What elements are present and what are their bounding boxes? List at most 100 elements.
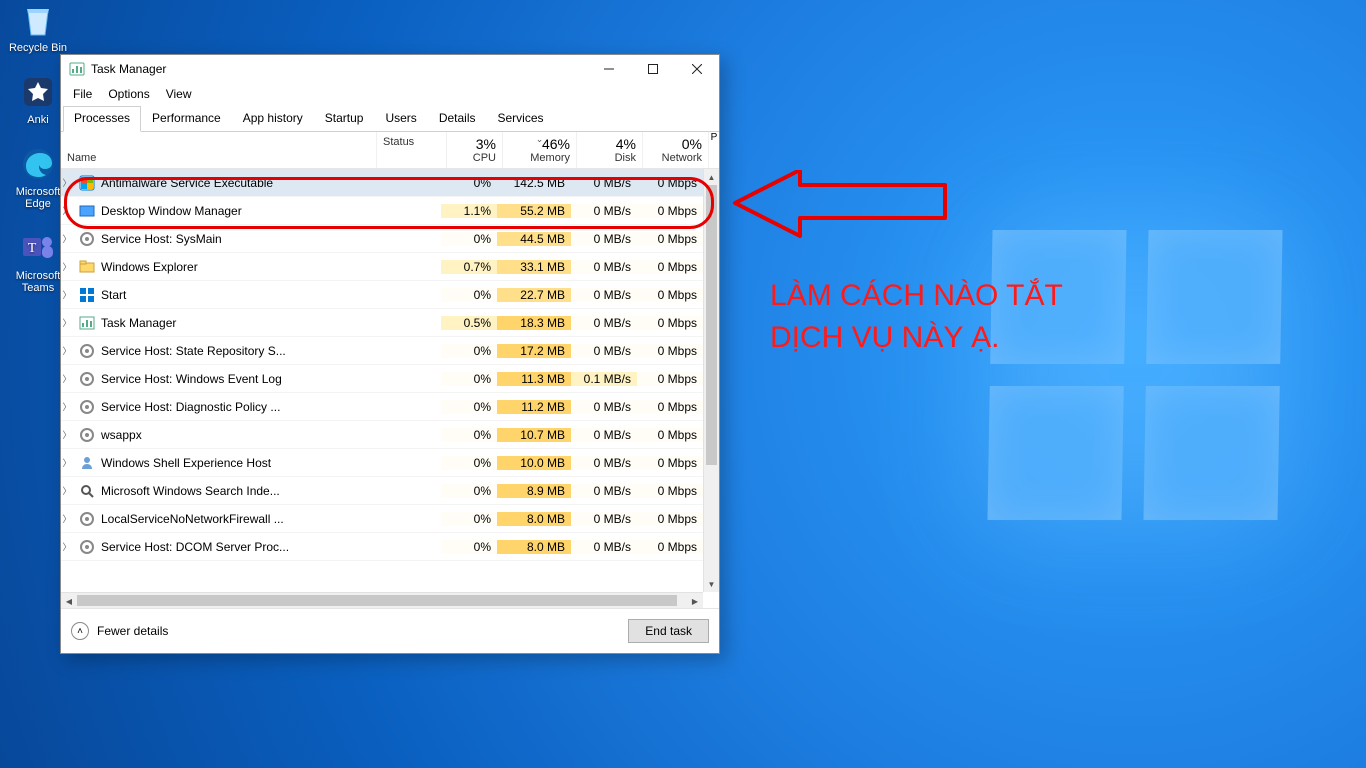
process-cpu: 0% (441, 176, 497, 190)
process-row[interactable]: 〉Windows Shell Experience Host0%10.0 MB0… (61, 449, 703, 477)
menu-options[interactable]: Options (100, 85, 157, 103)
expand-chevron-icon[interactable]: 〉 (61, 400, 73, 413)
vertical-scrollbar[interactable]: ▲ ▼ (703, 169, 719, 592)
expand-chevron-icon[interactable]: 〉 (61, 260, 73, 273)
column-header-p[interactable]: P (709, 132, 719, 168)
process-icon (79, 287, 95, 303)
process-name: Antimalware Service Executable (101, 176, 273, 190)
expand-chevron-icon[interactable]: 〉 (61, 316, 73, 329)
titlebar[interactable]: Task Manager (61, 55, 719, 83)
process-disk: 0 MB/s (571, 232, 637, 246)
fewer-details-button[interactable]: ˄ Fewer details (71, 622, 168, 640)
menu-file[interactable]: File (65, 85, 100, 103)
footer: ˄ Fewer details End task (61, 608, 719, 653)
process-network: 0 Mbps (637, 204, 703, 218)
process-cpu: 0.5% (441, 316, 497, 330)
scroll-up-icon[interactable]: ▲ (704, 169, 719, 185)
annotation-text: LÀM CÁCH NÀO TẮT DỊCH VỤ NÀY Ạ. (770, 275, 1063, 359)
expand-chevron-icon[interactable]: 〉 (61, 456, 73, 469)
process-disk: 0 MB/s (571, 512, 637, 526)
expand-chevron-icon[interactable]: 〉 (61, 288, 73, 301)
expand-chevron-icon[interactable]: 〉 (61, 428, 73, 441)
process-icon (79, 483, 95, 499)
process-name: Service Host: Diagnostic Policy ... (101, 400, 280, 414)
process-memory: 8.9 MB (497, 484, 571, 498)
tab-startup[interactable]: Startup (314, 106, 375, 132)
process-cpu: 0% (441, 372, 497, 386)
process-name-cell: Start (73, 287, 371, 303)
expand-chevron-icon[interactable]: 〉 (61, 372, 73, 385)
expand-chevron-icon[interactable]: 〉 (61, 176, 73, 189)
process-network: 0 Mbps (637, 288, 703, 302)
task-manager-window: Task Manager File Options View Processes… (60, 54, 720, 654)
column-header-name[interactable]: Name (61, 132, 377, 168)
process-row[interactable]: 〉Service Host: Diagnostic Policy ...0%11… (61, 393, 703, 421)
recycle-bin-icon (18, 0, 58, 40)
expand-chevron-icon[interactable]: 〉 (61, 540, 73, 553)
hscrollbar-thumb[interactable] (77, 595, 677, 606)
process-name: LocalServiceNoNetworkFirewall ... (101, 512, 284, 526)
process-memory: 55.2 MB (497, 204, 571, 218)
process-memory: 44.5 MB (497, 232, 571, 246)
process-row[interactable]: 〉Windows Explorer0.7%33.1 MB0 MB/s0 Mbps (61, 253, 703, 281)
tab-app-history[interactable]: App history (232, 106, 314, 132)
expand-chevron-icon[interactable]: 〉 (61, 232, 73, 245)
desktop-icon-label: Anki (27, 114, 48, 126)
process-row[interactable]: 〉Task Manager0.5%18.3 MB0 MB/s0 Mbps (61, 309, 703, 337)
process-disk: 0 MB/s (571, 260, 637, 274)
tab-services[interactable]: Services (487, 106, 555, 132)
close-button[interactable] (675, 55, 719, 83)
process-disk: 0 MB/s (571, 204, 637, 218)
process-row[interactable]: 〉Service Host: Windows Event Log0%11.3 M… (61, 365, 703, 393)
process-memory: 142.5 MB (497, 176, 571, 190)
process-disk: 0 MB/s (571, 176, 637, 190)
column-header-disk[interactable]: 4%Disk (577, 132, 643, 168)
tab-details[interactable]: Details (428, 106, 487, 132)
process-memory: 10.0 MB (497, 456, 571, 470)
tab-users[interactable]: Users (374, 106, 427, 132)
process-row[interactable]: 〉Desktop Window Manager1.1%55.2 MB0 MB/s… (61, 197, 703, 225)
process-name-cell: Microsoft Windows Search Inde... (73, 483, 371, 499)
scroll-left-icon[interactable]: ◀ (61, 593, 77, 609)
minimize-button[interactable] (587, 55, 631, 83)
column-header-cpu[interactable]: 3%CPU (447, 132, 503, 168)
column-header-status[interactable]: Status (377, 132, 447, 168)
desktop-icon-recycle-bin[interactable]: Recycle Bin (6, 0, 70, 54)
scroll-right-icon[interactable]: ▶ (687, 593, 703, 609)
process-network: 0 Mbps (637, 372, 703, 386)
process-row[interactable]: 〉LocalServiceNoNetworkFirewall ...0%8.0 … (61, 505, 703, 533)
expand-chevron-icon[interactable]: 〉 (61, 484, 73, 497)
column-header-memory[interactable]: ⌄46%Memory (503, 132, 577, 168)
process-name-cell: Service Host: SysMain (73, 231, 371, 247)
process-row[interactable]: 〉Service Host: DCOM Server Proc...0%8.0 … (61, 533, 703, 561)
process-row[interactable]: 〉Start0%22.7 MB0 MB/s0 Mbps (61, 281, 703, 309)
process-name: Service Host: State Repository S... (101, 344, 286, 358)
process-row[interactable]: 〉Microsoft Windows Search Inde...0%8.9 M… (61, 477, 703, 505)
process-network: 0 Mbps (637, 456, 703, 470)
end-task-button[interactable]: End task (628, 619, 709, 643)
expand-chevron-icon[interactable]: 〉 (61, 512, 73, 525)
process-memory: 10.7 MB (497, 428, 571, 442)
process-icon (79, 427, 95, 443)
process-row[interactable]: 〉Service Host: State Repository S...0%17… (61, 337, 703, 365)
tab-processes[interactable]: Processes (63, 106, 141, 132)
menu-view[interactable]: View (158, 85, 200, 103)
process-row[interactable]: 〉Service Host: SysMain0%44.5 MB0 MB/s0 M… (61, 225, 703, 253)
process-row[interactable]: 〉wsappx0%10.7 MB0 MB/s0 Mbps (61, 421, 703, 449)
windows-logo-wallpaper (987, 230, 1282, 520)
desktop-icon-label: Microsoft Teams (16, 270, 61, 294)
expand-chevron-icon[interactable]: 〉 (61, 344, 73, 357)
process-memory: 22.7 MB (497, 288, 571, 302)
scroll-down-icon[interactable]: ▼ (704, 576, 719, 592)
column-header-network[interactable]: 0%Network (643, 132, 709, 168)
scrollbar-thumb[interactable] (706, 185, 717, 465)
maximize-button[interactable] (631, 55, 675, 83)
teams-icon: T (18, 228, 58, 268)
process-rows: 〉Antimalware Service Executable0%142.5 M… (61, 169, 719, 592)
expand-chevron-icon[interactable]: 〉 (61, 204, 73, 217)
process-name-cell: Service Host: DCOM Server Proc... (73, 539, 371, 555)
process-memory: 18.3 MB (497, 316, 571, 330)
process-row[interactable]: 〉 Antimalware Service Executable 0%142.5 M… (61, 169, 703, 197)
horizontal-scrollbar[interactable]: ◀ ▶ (61, 592, 703, 608)
tab-performance[interactable]: Performance (141, 106, 232, 132)
